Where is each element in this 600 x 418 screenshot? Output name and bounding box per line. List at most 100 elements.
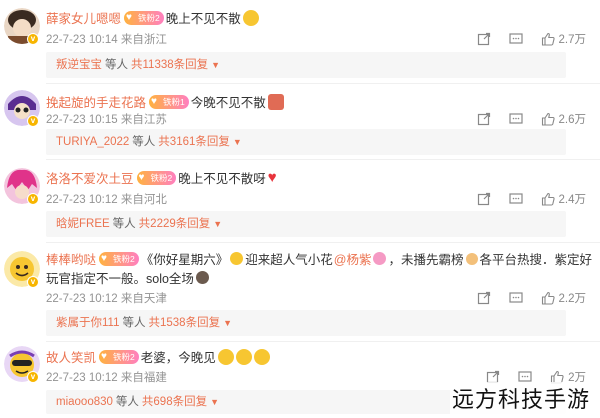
comment-text-line2: 玩官指定不一般。solo全场 (46, 272, 194, 286)
username[interactable]: 挽起旋的手走花路 (46, 92, 146, 111)
comment-time: 10:12 (88, 293, 118, 305)
watermark: 远方科技手游 (449, 382, 592, 414)
reply-mid: 等人 (132, 136, 156, 148)
reply-total[interactable]: 共698条回复 (142, 396, 207, 408)
reply-total[interactable]: 共3161条回复 (158, 136, 230, 148)
verified-badge-icon: v (27, 276, 39, 288)
comment-location: 来自浙江 (120, 34, 167, 46)
like-count: 2.7万 (558, 34, 587, 46)
reply-total[interactable]: 共2229条回复 (139, 218, 211, 230)
comment-text-part: ，未播先霸榜 (388, 253, 464, 267)
heart-emoji-icon: ♥ (267, 168, 277, 186)
share-icon[interactable] (477, 192, 491, 206)
chevron-down-icon[interactable]: ▼ (233, 137, 242, 147)
comment-time: 10:12 (88, 194, 118, 206)
chevron-down-icon[interactable]: ▼ (210, 397, 219, 407)
reply-mid: 等人 (105, 59, 128, 71)
verified-badge-icon: v (27, 33, 39, 45)
flower-emoji-icon (373, 252, 387, 265)
like-icon[interactable] (541, 112, 555, 126)
comment-meta: 22-7-23 10:12 来自天津 (46, 290, 167, 306)
comment-location: 来自天津 (120, 293, 167, 305)
reply-user[interactable]: 叛逆宝宝 (56, 59, 102, 71)
emoji-icon (242, 9, 259, 26)
fan-badge: 铁粉2 (136, 170, 177, 185)
reply-summary[interactable]: TURIYA_2022 等人 共3161条回复 ▼ (46, 129, 566, 155)
verified-badge-icon: v (27, 371, 39, 383)
comment-location: 来自福建 (120, 372, 167, 384)
username[interactable]: 薛家女儿嗯嗯 (46, 8, 121, 27)
divider (46, 242, 600, 243)
like-count: 2.2万 (558, 293, 587, 305)
share-icon[interactable] (477, 112, 491, 126)
comment-date: 22-7-23 (46, 194, 86, 206)
chevron-down-icon[interactable]: ▼ (213, 219, 222, 229)
verified-badge-icon: v (27, 193, 39, 205)
comment-text: 老婆，今晚见 (140, 351, 216, 365)
comment-time: 10:12 (88, 372, 118, 384)
reply-summary[interactable]: 晗妮FREE 等人 共2229条回复 ▼ (46, 211, 566, 237)
comment-location: 来自河北 (120, 194, 167, 206)
like-count: 2.4万 (558, 194, 587, 206)
verified-badge-icon: v (27, 115, 39, 127)
comment-time: 10:14 (88, 34, 118, 46)
comment-icon[interactable] (508, 291, 523, 305)
chevron-down-icon[interactable]: ▼ (211, 60, 220, 70)
emoji-icon (230, 252, 244, 265)
comment-date: 22-7-23 (46, 293, 86, 305)
emoji-icon (235, 348, 252, 365)
share-icon[interactable] (477, 32, 491, 46)
fan-badge: 铁粉2 (124, 10, 164, 25)
chevron-down-icon[interactable]: ▼ (223, 318, 232, 328)
emoji-icon (217, 348, 234, 365)
fan-badge: 铁粉2 (99, 251, 139, 266)
comment-meta: 22-7-23 10:14 来自浙江 (46, 31, 167, 47)
emoji-icon (253, 348, 270, 365)
reply-mid: 等人 (112, 218, 136, 230)
like-icon[interactable] (541, 192, 555, 206)
comment-date: 22-7-23 (46, 372, 86, 384)
mention-link[interactable]: @杨紫 (334, 249, 372, 268)
username[interactable]: 棒棒哟哒 (46, 249, 96, 268)
comment-location: 来自江苏 (120, 114, 167, 126)
divider (46, 83, 600, 84)
thumb-emoji-icon (465, 252, 478, 265)
comment-date: 22-7-23 (46, 114, 86, 126)
comment-icon[interactable] (508, 112, 523, 126)
comment-time: 10:15 (88, 114, 118, 126)
divider (46, 341, 600, 342)
comment-text-part: 迎来超人气小花 (245, 253, 333, 267)
reply-summary[interactable]: 叛逆宝宝 等人 共11338条回复 ▼ (46, 52, 566, 78)
divider (46, 159, 600, 160)
comment-meta: 22-7-23 10:15 来自江苏 (46, 111, 167, 127)
comment-text: 今晚不见不散 (190, 96, 266, 110)
comment-icon[interactable] (508, 192, 523, 206)
comment-text: 《你好星期六》 (140, 253, 229, 267)
comment-icon[interactable] (508, 32, 523, 46)
face-emoji-icon (195, 271, 209, 284)
like-count: 2.6万 (558, 114, 587, 126)
like-icon[interactable] (541, 291, 555, 305)
reply-user[interactable]: TURIYA_2022 (56, 136, 129, 148)
reply-total[interactable]: 共11338条回复 (131, 59, 208, 71)
fan-badge: 铁粉2 (99, 349, 139, 364)
reply-total[interactable]: 共1538条回复 (148, 317, 220, 329)
reply-user[interactable]: 晗妮FREE (56, 218, 110, 230)
comment-text: 晚上不见不散 (165, 12, 241, 26)
reply-user[interactable]: miaooo830 (56, 396, 113, 408)
reply-user[interactable]: 紫属于你111 (56, 317, 119, 329)
comment-meta: 22-7-23 10:12 来自福建 (46, 369, 167, 385)
reply-mid: 等人 (115, 396, 139, 408)
reply-mid: 等人 (122, 317, 146, 329)
username[interactable]: 故人笑凯 (46, 347, 96, 366)
reply-summary[interactable]: 紫属于你111 等人 共1538条回复 ▼ (46, 310, 566, 336)
comment-text: 晚上不见不散呀 (178, 172, 266, 186)
like-icon[interactable] (541, 32, 555, 46)
comment-date: 22-7-23 (46, 34, 86, 46)
username[interactable]: 洛洛不爱次土豆 (46, 168, 134, 187)
comment-meta: 22-7-23 10:12 来自河北 (46, 191, 167, 207)
fan-badge: 铁粉1 (149, 94, 189, 109)
comment-text-part: 各平台热搜．紫定好 (479, 253, 593, 267)
emoji-icon (267, 93, 284, 110)
share-icon[interactable] (477, 291, 491, 305)
